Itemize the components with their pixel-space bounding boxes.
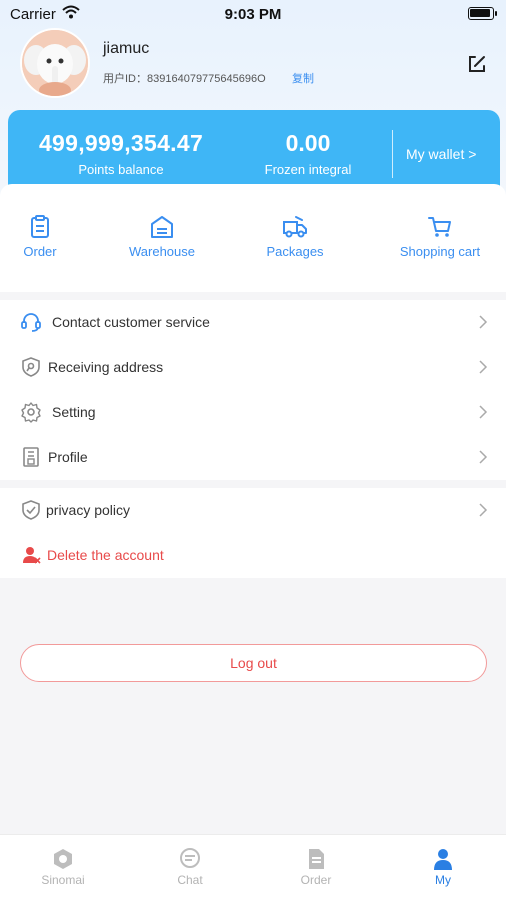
menu-item-receiving-address[interactable]: Receiving address: [0, 345, 506, 390]
username: jiamuc: [103, 40, 150, 57]
battery-icon: [468, 7, 497, 20]
logout-button[interactable]: Log out: [20, 644, 487, 682]
frozen-integral-value: 0.00: [285, 130, 331, 156]
tab-order[interactable]: Order: [253, 847, 379, 887]
menu-label: privacy policy: [46, 502, 131, 518]
menu-item-contact-service[interactable]: Contact customer service: [0, 300, 506, 345]
menu-label: Contact customer service: [52, 314, 210, 330]
chevron-right-icon: [479, 503, 488, 517]
chevron-right-icon: [479, 405, 488, 419]
order-icon: [31, 215, 49, 238]
user-id: 用户ID：839164079775645696O: [103, 73, 266, 85]
menu-item-delete-account[interactable]: Delete the account: [0, 533, 506, 578]
points-balance-label: Points balance: [78, 162, 164, 177]
user-icon: [434, 849, 452, 870]
shortcut-label: Warehouse: [129, 244, 195, 259]
profile-doc-icon: [23, 447, 39, 467]
edit-icon[interactable]: [466, 53, 488, 75]
tab-label: Sinomai: [41, 873, 85, 887]
my-wallet-link[interactable]: My wallet >: [406, 146, 476, 162]
shortcut-shopping-cart[interactable]: Shopping cart: [390, 214, 490, 259]
tab-chat[interactable]: Chat: [127, 847, 253, 887]
wallet-divider: [392, 130, 393, 178]
menu-item-privacy-policy[interactable]: privacy policy: [0, 488, 506, 533]
chevron-right-icon: [479, 360, 488, 374]
menu-item-setting[interactable]: Setting: [0, 390, 506, 435]
tab-bar: Sinomai Chat Order My: [0, 834, 506, 900]
delete-user-icon: [23, 547, 41, 564]
shield-check-icon: [22, 500, 40, 520]
shortcut-panel: Order Warehouse Packages Shopping cart: [0, 184, 506, 292]
menu-item-profile[interactable]: Profile: [0, 435, 506, 480]
address-icon: [22, 357, 40, 377]
tab-label: My: [435, 873, 451, 887]
shortcut-warehouse[interactable]: Warehouse: [116, 214, 208, 259]
settings-menu: Contact customer service Receiving addre…: [0, 300, 506, 480]
menu-label: Setting: [52, 404, 96, 420]
status-bar: Carrier 9:03 PM: [0, 0, 506, 28]
shortcut-label: Order: [23, 244, 57, 259]
tab-sinomai[interactable]: Sinomai: [0, 847, 126, 887]
menu-label: Receiving address: [48, 359, 164, 375]
home-icon: [54, 849, 72, 869]
copy-id-button[interactable]: 复制: [292, 70, 314, 86]
shortcut-packages[interactable]: Packages: [252, 214, 338, 259]
shortcut-label: Shopping cart: [399, 244, 481, 259]
cart-icon: [428, 217, 451, 237]
chevron-right-icon: [479, 315, 488, 329]
gear-icon: [21, 402, 41, 423]
frozen-integral-label: Frozen integral: [264, 162, 352, 177]
avatar[interactable]: [22, 30, 88, 96]
menu-label: Profile: [48, 449, 88, 465]
warehouse-icon: [151, 216, 173, 238]
menu-label: Delete the account: [47, 547, 164, 563]
headset-icon: [21, 313, 41, 332]
order-doc-icon: [309, 849, 324, 869]
chat-icon: [180, 848, 200, 868]
shortcut-label: Packages: [266, 244, 324, 259]
shortcut-order[interactable]: Order: [8, 214, 72, 259]
tab-label: Chat: [177, 873, 203, 887]
tab-label: Order: [300, 873, 332, 887]
packages-icon: [283, 216, 307, 238]
clock: 9:03 PM: [224, 6, 282, 23]
tab-my[interactable]: My: [380, 847, 506, 887]
chevron-right-icon: [479, 450, 488, 464]
elephant-avatar-icon: [22, 30, 88, 96]
points-balance-value: 499,999,354.47: [38, 130, 204, 156]
account-menu: privacy policy Delete the account: [0, 488, 506, 578]
